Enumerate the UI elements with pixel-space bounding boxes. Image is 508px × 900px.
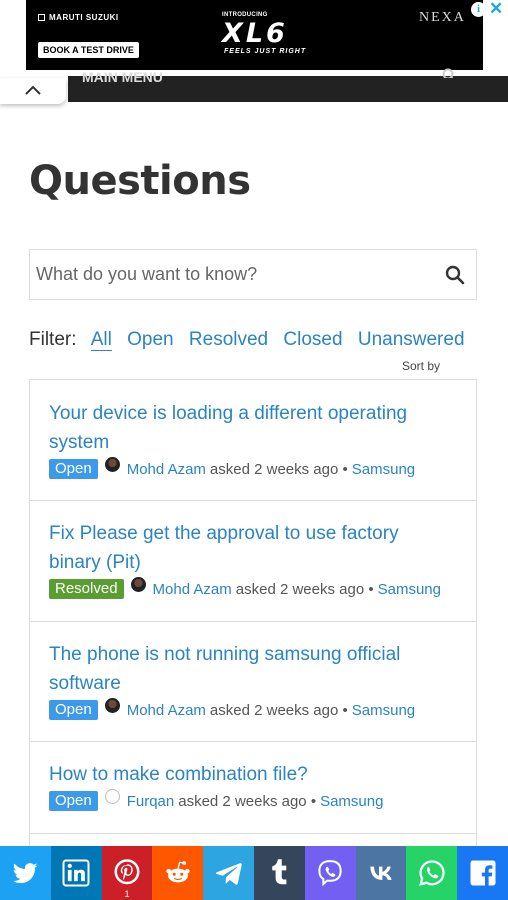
search-icon bbox=[445, 265, 465, 285]
status-badge: Open bbox=[49, 700, 98, 720]
author-link[interactable]: Mohd Azam bbox=[127, 461, 206, 478]
share-vk-button[interactable] bbox=[355, 846, 407, 900]
ad-dealer-logo: NEXA bbox=[419, 10, 466, 25]
author-link[interactable]: Mohd Azam bbox=[153, 581, 232, 598]
ad-brand: MARUTI SUZUKI bbox=[38, 13, 119, 22]
asked-time: asked 2 weeks ago • bbox=[209, 701, 348, 719]
share-viber-button[interactable] bbox=[304, 846, 356, 900]
ad-banner[interactable]: MARUTI SUZUKI BOOK A TEST DRIVE INTRODUC… bbox=[26, 0, 503, 70]
category-link[interactable]: Samsung bbox=[352, 461, 415, 478]
ad-close-icon[interactable]: ✕ bbox=[489, 0, 503, 19]
whatsapp-icon bbox=[418, 860, 445, 886]
category-link[interactable]: Samsung bbox=[320, 793, 383, 810]
ad-model-title: XL6 bbox=[222, 18, 288, 49]
avatar bbox=[104, 697, 120, 713]
question-title[interactable]: The phone is not running samsung officia… bbox=[49, 640, 449, 698]
ad-tagline: FEELS JUST RIGHT bbox=[224, 48, 307, 55]
search-input[interactable] bbox=[36, 250, 436, 299]
question-title[interactable]: Fix Please get the approval to use facto… bbox=[49, 519, 449, 577]
filter-unanswered[interactable]: Unanswered bbox=[358, 329, 465, 350]
question-item[interactable]: The phone is not running samsung officia… bbox=[30, 622, 476, 742]
share-tumblr-button[interactable] bbox=[253, 846, 305, 900]
viber-icon bbox=[318, 860, 342, 887]
avatar bbox=[130, 576, 146, 592]
question-title[interactable]: How to make combination file? bbox=[49, 760, 449, 789]
twitter-icon bbox=[13, 863, 39, 884]
category-link[interactable]: Samsung bbox=[378, 581, 441, 598]
telegram-icon bbox=[215, 863, 242, 885]
question-title[interactable]: Your device is loading a different opera… bbox=[49, 399, 449, 457]
ad-info-icon[interactable]: i bbox=[471, 2, 486, 17]
share-pinterest-button[interactable]: 1 bbox=[101, 846, 153, 900]
author-link[interactable]: Furqan bbox=[127, 793, 175, 810]
main-menu-bar[interactable]: MAIN MENU bbox=[0, 69, 508, 102]
search-box bbox=[29, 249, 477, 300]
filter-resolved[interactable]: Resolved bbox=[189, 329, 268, 350]
filter-all[interactable]: All bbox=[90, 329, 112, 351]
share-linkedin-button[interactable] bbox=[50, 846, 102, 900]
sort-by-dropdown[interactable]: Sort by bbox=[402, 359, 440, 373]
share-reddit-button[interactable] bbox=[152, 846, 204, 900]
pinterest-share-count: 1 bbox=[124, 889, 130, 899]
search-button[interactable] bbox=[444, 264, 466, 286]
question-item[interactable]: How to make combination file? Open Furqa… bbox=[30, 742, 476, 834]
ad-test-drive-button[interactable]: BOOK A TEST DRIVE bbox=[38, 42, 139, 58]
facebook-icon bbox=[470, 860, 496, 886]
menu-search-icon[interactable] bbox=[442, 68, 456, 78]
filter-label: Filter: bbox=[29, 329, 77, 350]
author-link[interactable]: Mohd Azam bbox=[127, 702, 206, 719]
asked-time: asked 2 weeks ago • bbox=[209, 460, 348, 478]
chevron-up-icon bbox=[25, 85, 41, 95]
share-whatsapp-button[interactable] bbox=[406, 846, 458, 900]
question-meta: Open Mohd Azam asked 2 weeks ago • Samsu… bbox=[49, 456, 415, 479]
question-meta: Open Mohd Azam asked 2 weeks ago • Samsu… bbox=[49, 697, 415, 720]
filter-open[interactable]: Open bbox=[127, 329, 173, 350]
filter-closed[interactable]: Closed bbox=[283, 329, 342, 350]
question-meta: Resolved Mohd Azam asked 2 weeks ago • S… bbox=[49, 576, 441, 599]
filter-row: Filter: All Open Resolved Closed Unanswe… bbox=[29, 329, 475, 351]
social-share-bar: 1 bbox=[0, 846, 508, 900]
avatar bbox=[104, 456, 120, 472]
reddit-icon bbox=[166, 861, 190, 883]
share-facebook-button[interactable] bbox=[457, 846, 508, 900]
linkedin-icon bbox=[62, 859, 90, 887]
status-badge: Resolved bbox=[49, 579, 124, 599]
question-item[interactable]: Your device is loading a different opera… bbox=[30, 380, 476, 501]
asked-time: asked 2 weeks ago • bbox=[235, 580, 374, 598]
question-list: Your device is loading a different opera… bbox=[29, 379, 477, 849]
collapse-ad-button[interactable] bbox=[0, 78, 66, 104]
category-link[interactable]: Samsung bbox=[352, 702, 415, 719]
status-badge: Open bbox=[49, 791, 98, 811]
vk-icon bbox=[370, 866, 392, 880]
question-meta: Open Furqan asked 2 weeks ago • Samsung bbox=[49, 788, 383, 811]
page-title: Questions bbox=[29, 158, 251, 204]
avatar bbox=[104, 788, 120, 804]
share-telegram-button[interactable] bbox=[203, 846, 254, 900]
question-item[interactable]: Fix Please get the approval to use facto… bbox=[30, 501, 476, 622]
main-menu-label[interactable]: MAIN MENU bbox=[82, 69, 163, 85]
tumblr-icon bbox=[272, 859, 287, 885]
pinterest-icon bbox=[114, 859, 140, 885]
status-badge: Open bbox=[49, 459, 98, 479]
asked-time: asked 2 weeks ago • bbox=[178, 792, 317, 810]
share-twitter-button[interactable] bbox=[0, 846, 51, 900]
